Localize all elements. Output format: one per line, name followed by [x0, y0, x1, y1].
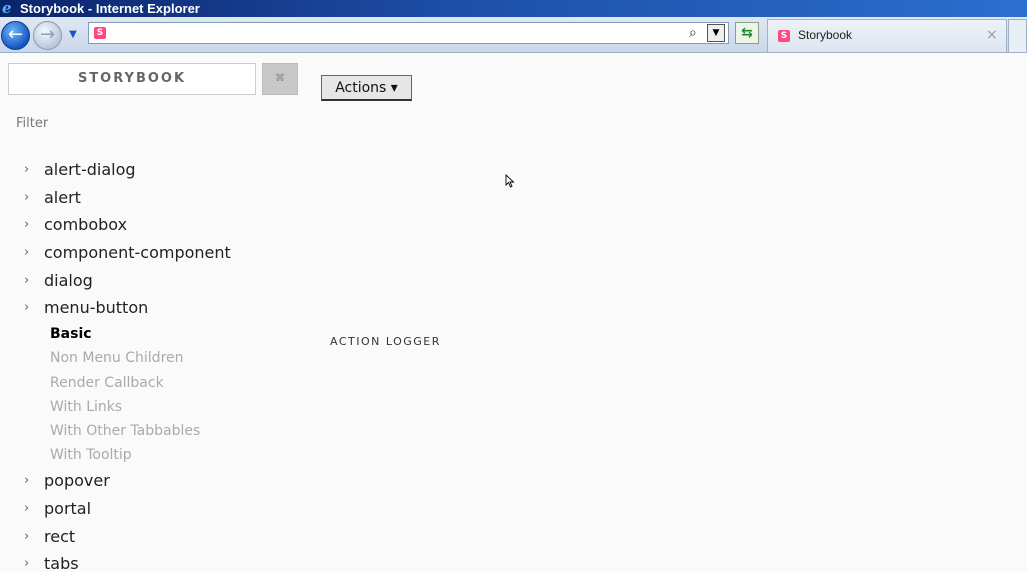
story-with-tooltip[interactable]: With Tooltip — [24, 443, 304, 467]
window-title-bar: e Storybook - Internet Explorer — [0, 0, 1027, 17]
browser-navbar: ← → ▼ S ⌕ ▼ ⇆ S Storybook × — [0, 17, 1027, 53]
chevron-right-icon: › — [24, 245, 30, 261]
storybook-brand-link[interactable]: STORYBOOK — [8, 63, 256, 95]
storybook-favicon-icon: S — [94, 27, 106, 39]
back-button[interactable]: ← — [1, 21, 30, 50]
chevron-right-icon: › — [24, 217, 30, 233]
compatibility-refresh-button[interactable]: ⇆ — [735, 22, 759, 44]
chevron-right-icon: › — [24, 162, 30, 177]
tree-kind-label: alert — [44, 187, 81, 207]
tree-kind-tabs[interactable]: › tabs — [24, 550, 304, 572]
story-basic[interactable]: Basic — [24, 322, 304, 346]
tree-kind-label: rect — [44, 526, 76, 546]
tree-kind-alert-dialog[interactable]: › alert-dialog — [24, 156, 304, 184]
storybook-tab-icon: S — [778, 30, 790, 42]
tree-kind-combobox[interactable]: › combobox — [24, 211, 304, 239]
tree-kind-label: tabs — [44, 554, 79, 572]
tree-kind-alert[interactable]: › alert — [24, 184, 304, 212]
tree-kind-dialog[interactable]: › dialog — [24, 267, 304, 295]
tab-storybook[interactable]: S Storybook × — [767, 19, 1007, 52]
tree-kind-rect[interactable]: › rect — [24, 523, 304, 551]
story-non-menu-children[interactable]: Non Menu Children — [24, 346, 304, 370]
tree-kind-label: dialog — [44, 270, 93, 290]
tree-kind-label: menu-button — [44, 298, 149, 318]
tab-close-icon[interactable]: × — [986, 27, 998, 43]
address-dropdown-button[interactable]: ▼ — [707, 24, 725, 42]
tree-kind-label: component-component — [44, 243, 231, 263]
tab-label: Storybook — [798, 28, 853, 42]
tree-kind-label: combobox — [44, 215, 128, 235]
tree-kind-label: portal — [44, 498, 92, 518]
address-bar[interactable]: S ⌕ ▼ — [88, 22, 729, 44]
chevron-right-icon: › — [24, 500, 30, 516]
forward-button[interactable]: → — [33, 21, 62, 50]
story-render-callback[interactable]: Render Callback — [24, 371, 304, 395]
history-dropdown-icon[interactable]: ▼ — [66, 29, 80, 41]
new-tab-button[interactable] — [1008, 19, 1027, 52]
search-icon[interactable]: ⌕ — [689, 24, 705, 42]
tree-kind-label: alert-dialog — [44, 160, 136, 179]
tree-kind-popover[interactable]: › popover — [24, 467, 304, 495]
window-title: Storybook - Internet Explorer — [20, 1, 200, 16]
story-with-links[interactable]: With Links — [24, 395, 304, 419]
chevron-right-icon: › — [24, 556, 30, 572]
tree-kind-label: popover — [44, 471, 110, 491]
address-input[interactable] — [111, 25, 681, 41]
chevron-right-icon: › — [24, 300, 30, 316]
stories-tree: › alert-dialog › alert › combobox › comp… — [24, 156, 304, 572]
chevron-right-icon: › — [24, 189, 30, 205]
tree-kind-menu-button[interactable]: › menu-button — [24, 294, 304, 322]
story-with-other-tabbables[interactable]: With Other Tabbables — [24, 419, 304, 443]
chevron-right-icon: › — [24, 272, 30, 288]
filter-input[interactable] — [16, 114, 256, 132]
tree-kind-component-component[interactable]: › component-component — [24, 239, 304, 267]
mouse-pointer-icon — [505, 174, 515, 188]
action-logger-title: ACTION LOGGER — [330, 335, 441, 348]
actions-menu-button[interactable]: Actions ▾ — [321, 75, 412, 101]
ie-logo-icon: e — [2, 0, 12, 17]
chevron-right-icon: › — [24, 473, 30, 489]
chevron-right-icon: › — [24, 528, 30, 544]
shortcuts-button[interactable]: ⌘ — [262, 63, 298, 95]
tree-kind-portal[interactable]: › portal — [24, 495, 304, 523]
